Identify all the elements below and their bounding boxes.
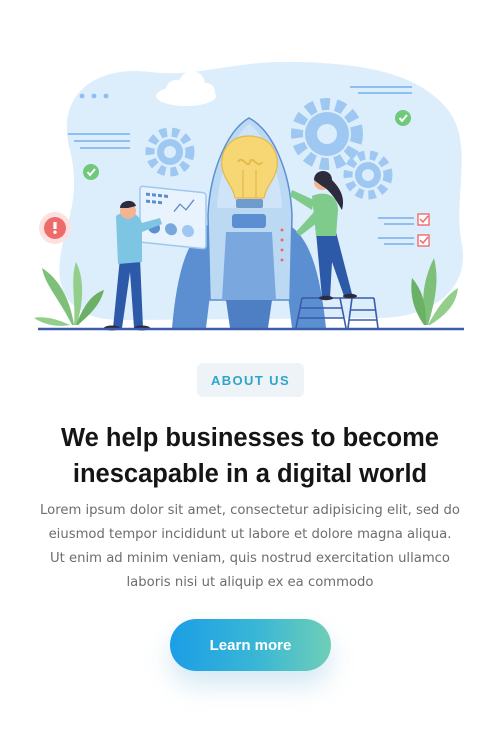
rocket-lightbulb-team-illustration <box>34 61 464 331</box>
headline-line-2: inescapable in a digital world <box>72 460 428 488</box>
description-line-2: eiusmod tempor incididunt ut labore et d… <box>48 527 452 542</box>
hero-illustration <box>0 0 500 345</box>
description-paragraph: Lorem ipsum dolor sit amet, consectetur … <box>22 499 478 595</box>
description-line-1: Lorem ipsum dolor sit amet, consectetur … <box>40 503 460 518</box>
alert-icon <box>39 212 71 244</box>
check-icon <box>395 110 411 126</box>
learn-more-button[interactable]: Learn more <box>170 619 331 671</box>
description-line-4: laboris nisi ut aliquip ex ea commodo <box>126 575 374 590</box>
headline-line-1: We help businesses to become <box>61 424 439 452</box>
about-us-badge: ABOUT US <box>197 363 304 397</box>
page-headline: We help businesses to become inescapable… <box>20 420 480 492</box>
check-icon <box>83 164 99 180</box>
dashboard-panel <box>139 185 207 250</box>
description-line-3: Ut enim ad minim veniam, quis nostrud ex… <box>50 551 450 566</box>
